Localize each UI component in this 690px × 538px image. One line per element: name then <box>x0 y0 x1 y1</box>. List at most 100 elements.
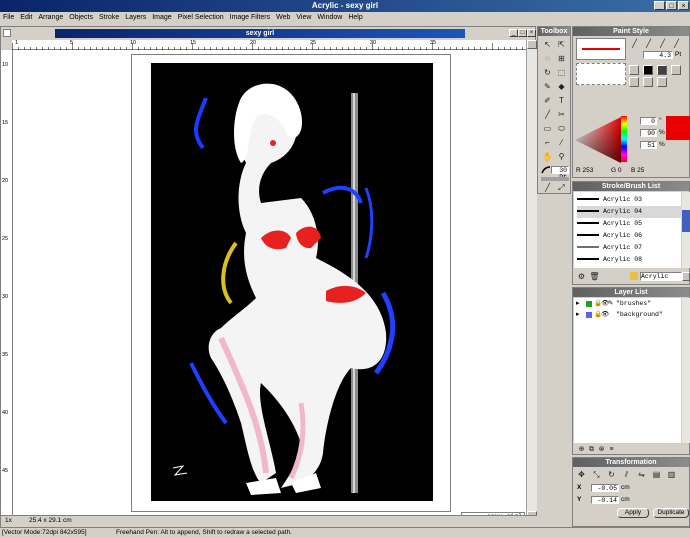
menu-item-layers[interactable]: Layers <box>122 12 149 24</box>
marquee-icon[interactable]: ⬚ <box>556 67 567 78</box>
fill-mode-icon-3[interactable] <box>657 77 667 87</box>
fill-none-icon[interactable] <box>629 65 639 75</box>
hue-field[interactable]: 0 <box>640 117 657 125</box>
paint-bucket-icon[interactable]: ◆ <box>556 81 567 92</box>
eyedropper-icon[interactable]: ⌐ <box>542 137 553 148</box>
scale-icon[interactable]: ⤡ <box>591 469 602 480</box>
menu-item-web[interactable]: Web <box>273 12 293 24</box>
expand-arrow-icon[interactable]: ▸ <box>576 310 580 318</box>
pen-style-icon-2[interactable]: ╱ <box>643 38 654 49</box>
stroke-list-item[interactable]: Acrylic 06 <box>577 230 682 242</box>
trash-icon[interactable]: 🗑 <box>589 271 600 282</box>
scissors-icon[interactable]: ✂ <box>556 109 567 120</box>
stroke-preview[interactable] <box>576 38 626 60</box>
fill-gradient-icon[interactable] <box>657 65 667 75</box>
pen-style-icon-4[interactable]: ╱ <box>671 38 682 49</box>
zoom-level[interactable]: 1x <box>5 517 12 524</box>
minimize-button[interactable]: _ <box>654 1 665 10</box>
stroke-list-scroll-thumb[interactable] <box>682 210 690 232</box>
layer-list[interactable]: ▸ 🔒 👁 ✎ "brushes" ▸ 🔒 👁 "background" <box>574 298 681 443</box>
maximize-button[interactable]: □ <box>666 1 677 10</box>
drawing-canvas[interactable]: sexy girl <box>13 50 526 522</box>
stroke-list-scrollbar[interactable] <box>682 192 690 268</box>
align-icon[interactable]: ▤ <box>651 469 662 480</box>
menu-item-image[interactable]: Image <box>149 12 174 24</box>
menu-item-pixel-selection[interactable]: Pixel Selection <box>175 12 227 24</box>
fill-preview[interactable] <box>576 63 626 85</box>
x-offset-field[interactable]: -0.05 <box>591 484 619 492</box>
hue-slider[interactable] <box>621 116 627 162</box>
layer-row-brushes[interactable]: ▸ 🔒 👁 ✎ "brushes" <box>574 299 681 309</box>
zoom-icon[interactable]: ⚲ <box>556 151 567 162</box>
menu-item-arrange[interactable]: Arrange <box>35 12 66 24</box>
pen-icon[interactable]: ✎ <box>542 81 553 92</box>
stroke-list-item[interactable]: Acrylic 05 <box>577 218 682 230</box>
menu-item-objects[interactable]: Objects <box>66 12 96 24</box>
stroke-list-item[interactable]: Acrylic 07 <box>577 242 682 254</box>
direct-select-icon[interactable]: ⇱ <box>556 39 567 50</box>
fill-pattern-icon[interactable] <box>671 65 681 75</box>
color-triangle[interactable] <box>575 117 621 163</box>
move-icon[interactable]: ✥ <box>576 469 587 480</box>
brush-size-field[interactable]: 30 Pt <box>551 166 569 181</box>
close-button[interactable]: × <box>678 1 689 10</box>
rectangle-icon[interactable]: ▭ <box>542 123 553 134</box>
pressure-pen-icon[interactable]: ╱ <box>542 182 553 193</box>
skew-icon[interactable]: ⫽ <box>621 469 632 480</box>
menu-item-window[interactable]: Window <box>314 12 345 24</box>
text-icon[interactable]: T <box>556 95 567 106</box>
pen-style-icon-3[interactable]: ╱ <box>657 38 668 49</box>
scroll-up-button[interactable] <box>527 40 537 49</box>
saturation-field[interactable]: 90 <box>640 129 657 137</box>
hand-icon[interactable]: ✋ <box>542 151 553 162</box>
layer-row-background[interactable]: ▸ 🔒 👁 "background" <box>574 310 681 320</box>
vertical-ruler[interactable]: 10 15 20 25 30 35 40 45 <box>1 50 13 522</box>
stroke-list-item[interactable]: Acrylic 03 <box>577 194 682 206</box>
ellipse-icon[interactable]: ⬭ <box>556 123 567 134</box>
doc-restore-button[interactable]: □ <box>518 29 527 37</box>
stroke-size-field[interactable]: 4.3 <box>643 51 673 59</box>
fill-mode-icon-2[interactable] <box>643 77 653 87</box>
vertical-scrollbar[interactable] <box>526 40 537 520</box>
menu-item-image-filters[interactable]: Image Filters <box>227 12 273 24</box>
menu-item-stroke[interactable]: Stroke <box>96 12 122 24</box>
artwork-image[interactable] <box>151 63 433 501</box>
layer-list-scrollbar[interactable] <box>682 298 690 443</box>
stroke-list[interactable]: Acrylic 03 Acrylic 04 Acrylic 05 Acrylic… <box>574 192 682 268</box>
freehand-pen-icon[interactable]: ✐ <box>542 95 553 106</box>
duplicate-button[interactable]: Duplicate <box>653 508 689 518</box>
distribute-icon[interactable]: ▥ <box>666 469 677 480</box>
apply-button[interactable]: Apply <box>617 508 649 518</box>
fill-mode-icon-1[interactable] <box>629 77 639 87</box>
stroke-list-item[interactable]: Acrylic 08 <box>577 254 682 266</box>
doc-minimize-button[interactable]: _ <box>509 29 518 37</box>
menu-item-file[interactable]: File <box>0 12 17 24</box>
brush-icon[interactable]: ⁄ <box>556 137 567 148</box>
new-stroke-icon[interactable]: ⚙ <box>576 271 587 282</box>
menu-item-help[interactable]: Help <box>345 12 365 24</box>
rotate-transform-icon[interactable]: ↻ <box>606 469 617 480</box>
line-icon[interactable]: ╱ <box>542 109 553 120</box>
doc-close-button[interactable]: × <box>527 29 536 37</box>
folder-dropdown-button[interactable] <box>682 272 690 281</box>
pen-style-icon-1[interactable]: ╱ <box>629 38 640 49</box>
reflect-icon[interactable]: ⇋ <box>636 469 647 480</box>
stroke-list-item-selected[interactable]: Acrylic 04 <box>577 206 682 218</box>
transform-icon[interactable]: ⊞ <box>556 53 567 64</box>
document-icon[interactable] <box>3 29 11 37</box>
current-color-swatch[interactable] <box>666 116 690 140</box>
brightness-field[interactable]: 51 <box>640 141 657 149</box>
eye-icon[interactable]: 👁 <box>601 310 609 318</box>
expand-arrow-icon[interactable]: ▸ <box>576 299 580 307</box>
fill-solid-icon[interactable] <box>643 65 653 75</box>
rotate-icon[interactable]: ↻ <box>542 67 553 78</box>
select-arrow-icon[interactable]: ↖ <box>542 39 553 50</box>
brush-folder-select[interactable]: Acrylic <box>640 272 682 281</box>
lasso-icon[interactable]: ◌ <box>542 53 553 64</box>
menu-item-view[interactable]: View <box>293 12 314 24</box>
brush-size-slider[interactable] <box>541 177 569 181</box>
layer-options-icon[interactable]: ≡ <box>606 444 617 455</box>
tilt-pen-icon[interactable]: ⤢ <box>556 182 567 193</box>
menu-item-edit[interactable]: Edit <box>17 12 35 24</box>
y-offset-field[interactable]: -0.14 <box>591 496 619 504</box>
